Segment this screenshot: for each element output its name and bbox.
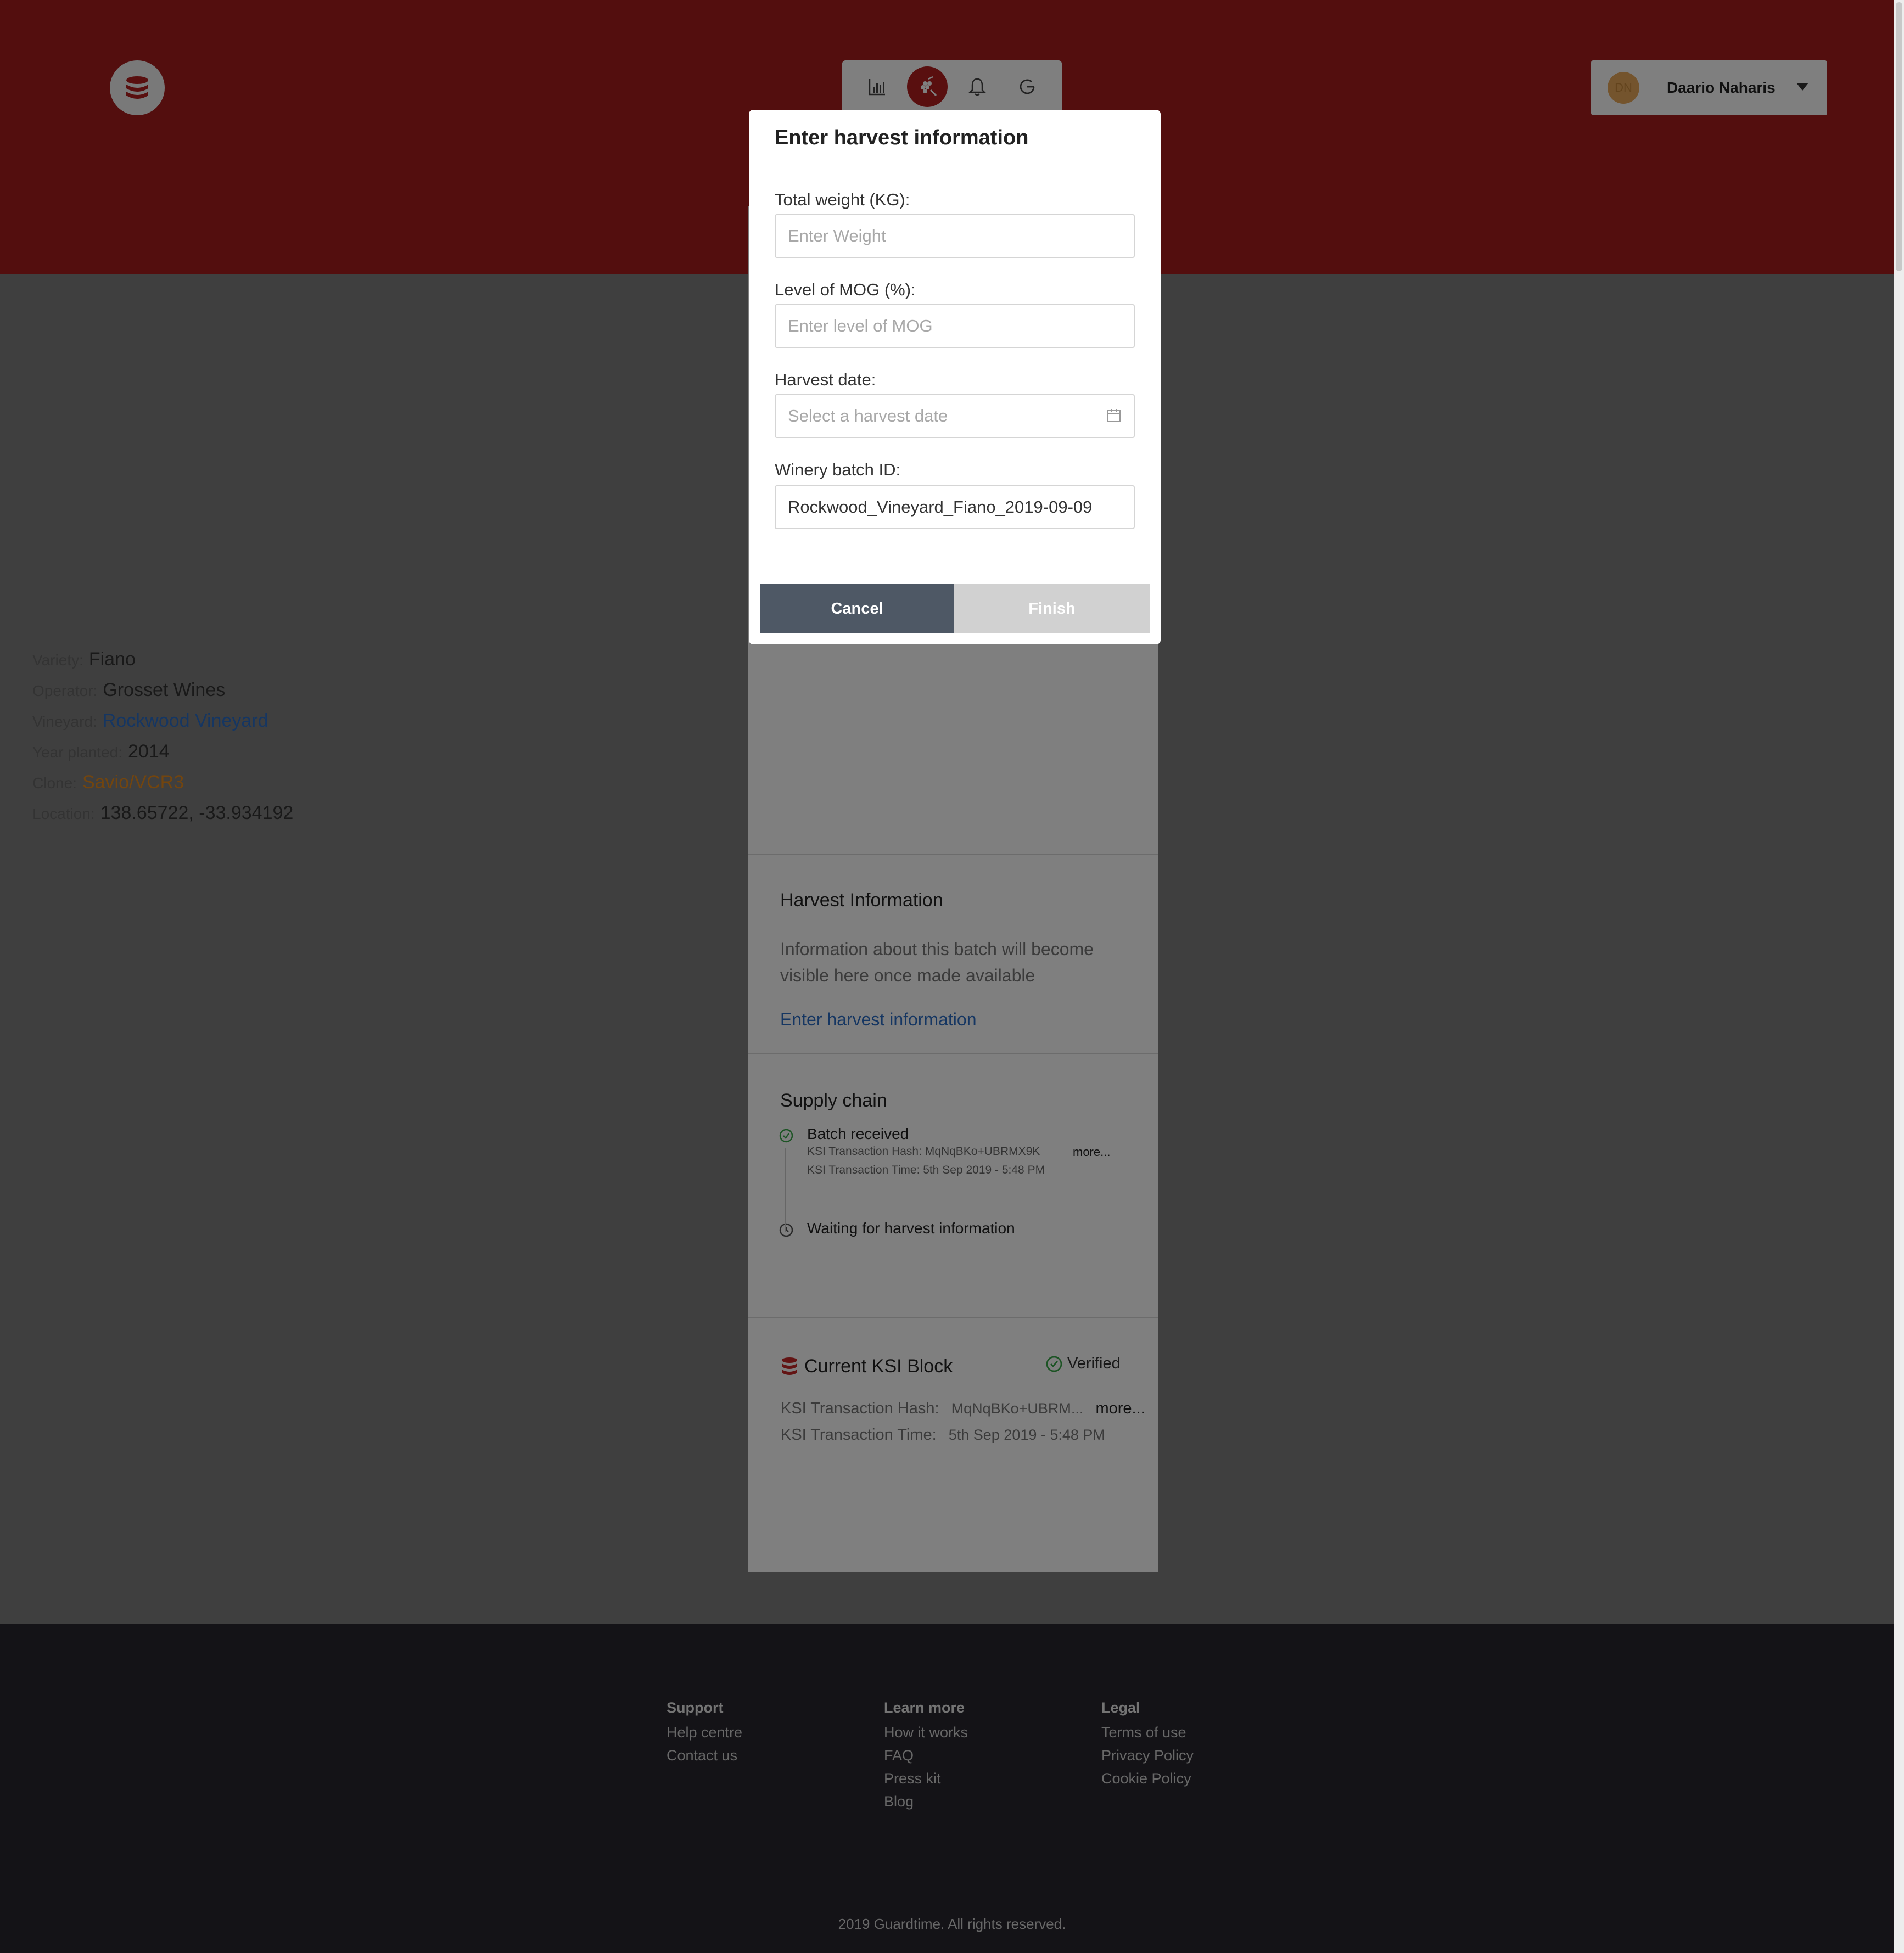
mog-input[interactable] — [775, 304, 1135, 348]
batch-id-input[interactable] — [775, 485, 1135, 529]
weight-input[interactable] — [775, 214, 1135, 258]
harvest-modal: Enter harvest information Total weight (… — [749, 110, 1161, 644]
batch-id-label: Winery batch ID: — [775, 460, 901, 479]
calendar-icon[interactable] — [1106, 407, 1122, 424]
weight-label: Total weight (KG): — [775, 190, 910, 209]
scrollbar-thumb[interactable] — [1896, 2, 1902, 271]
harvest-date-label: Harvest date: — [775, 370, 876, 389]
finish-button[interactable]: Finish — [954, 584, 1150, 633]
modal-title: Enter harvest information — [775, 126, 1029, 149]
harvest-date-input[interactable] — [775, 394, 1135, 438]
scrollbar-track[interactable] — [1894, 0, 1904, 1953]
mog-label: Level of MOG (%): — [775, 280, 916, 299]
cancel-button[interactable]: Cancel — [760, 584, 954, 633]
